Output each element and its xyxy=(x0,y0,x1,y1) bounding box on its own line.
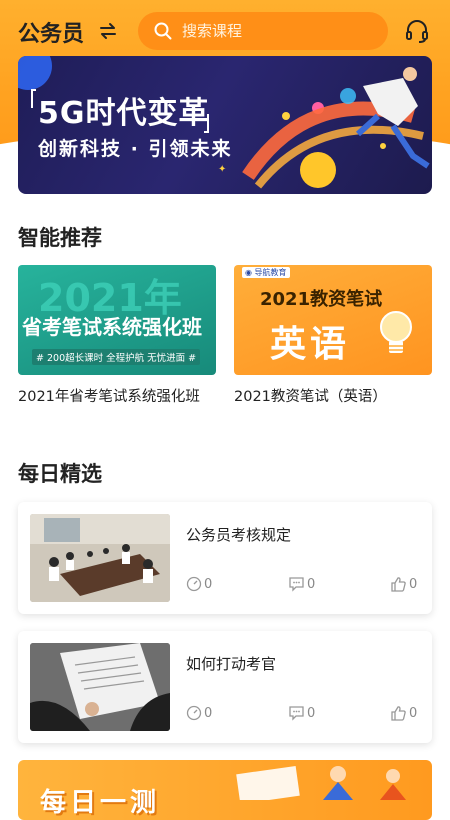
thumbs-up-icon xyxy=(391,577,406,592)
comment-count-value: 0 xyxy=(307,705,316,721)
switch-arrows-icon[interactable] xyxy=(98,22,118,40)
view-count: 0 xyxy=(186,705,212,721)
course-card[interactable]: 2021年 省考笔试系统强化班 # 200超长课时 全程护航 无忧进面 # 20… xyxy=(18,265,216,406)
search-bar[interactable] xyxy=(138,12,388,50)
article-thumbnail xyxy=(30,514,170,602)
quiz-illustration xyxy=(236,765,406,800)
course-thumbnail: ◉ 导航教育 2021教资笔试 英语 xyxy=(234,265,432,375)
daily-quiz-title: 每日一测 xyxy=(40,788,161,818)
exam-category-label[interactable]: 公务员 xyxy=(18,16,84,48)
article-card[interactable]: 如何打动考官 0 0 0 xyxy=(18,631,432,743)
course-title: 2021教资笔试（英语） xyxy=(234,389,387,405)
article-card[interactable]: 公务员考核规定 0 0 0 xyxy=(18,502,432,614)
like-count-value: 0 xyxy=(409,705,418,721)
comment-count[interactable]: 0 xyxy=(288,705,315,721)
like-count-value: 0 xyxy=(409,576,418,592)
header: 公务员 xyxy=(0,0,450,62)
course-card[interactable]: ◉ 导航教育 2021教资笔试 英语 2021教资笔试（英语） xyxy=(234,265,432,406)
thumbnail-tagline: # 200超长课时 全程护航 无忧进面 # xyxy=(32,349,201,365)
document-photo xyxy=(30,643,170,731)
daily-quiz-banner[interactable]: 每日一测 xyxy=(18,760,432,820)
thumbnail-headline: 2021教资笔试 xyxy=(260,289,383,310)
article-title: 公务员考核规定 xyxy=(186,526,292,544)
view-count-value: 0 xyxy=(204,705,213,721)
article-thumbnail xyxy=(30,643,170,731)
comment-icon xyxy=(289,706,304,721)
like-count[interactable]: 0 xyxy=(390,576,417,592)
lightbulb-icon xyxy=(380,311,412,353)
view-count-value: 0 xyxy=(204,576,213,592)
view-count: 0 xyxy=(186,576,212,592)
view-icon xyxy=(186,705,202,721)
course-title: 2021年省考笔试系统强化班 xyxy=(18,389,200,405)
comment-icon xyxy=(289,577,304,592)
svg-text:✦: ✦ xyxy=(218,164,226,175)
publisher-logo-icon: ◉ xyxy=(245,268,252,277)
promo-banner[interactable]: ✦ 5G时代变革 创新科技 · 引领未来 xyxy=(18,56,432,194)
section-title-recommend: 智能推荐 xyxy=(18,226,102,250)
thumbnail-subject: 英语 xyxy=(270,324,351,365)
like-count[interactable]: 0 xyxy=(390,705,417,721)
banner-subtitle: 创新科技 · 引领未来 xyxy=(38,138,233,160)
thumbs-up-icon xyxy=(391,706,406,721)
comment-count-value: 0 xyxy=(307,576,316,592)
banner-title: 5G时代变革 xyxy=(38,96,210,131)
customer-service-icon[interactable] xyxy=(404,18,430,44)
course-thumbnail: 2021年 省考笔试系统强化班 # 200超长课时 全程护航 无忧进面 # xyxy=(18,265,216,375)
publisher-logo-text: 导航教育 xyxy=(254,268,287,277)
section-title-daily: 每日精选 xyxy=(18,462,102,486)
comment-count[interactable]: 0 xyxy=(288,576,315,592)
publisher-logo: ◉ 导航教育 xyxy=(242,267,290,278)
view-icon xyxy=(186,576,202,592)
article-title: 如何打动考官 xyxy=(186,655,277,673)
thumbnail-subtitle: 省考笔试系统强化班 xyxy=(22,315,202,339)
search-icon xyxy=(154,22,172,40)
search-input[interactable] xyxy=(180,21,364,41)
meeting-photo xyxy=(30,514,170,602)
